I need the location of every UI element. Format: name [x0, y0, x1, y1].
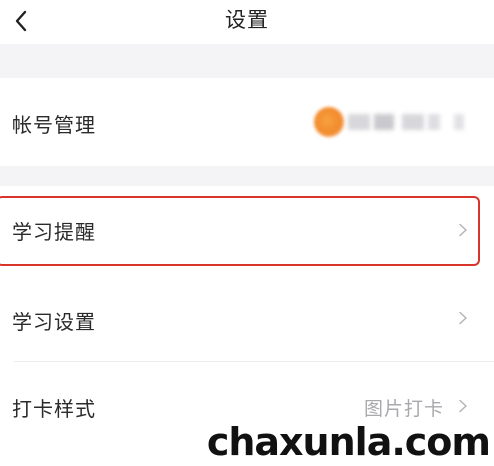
- page-title: 设置: [225, 8, 269, 32]
- study-settings-label: 学习设置: [12, 310, 96, 334]
- navigation-bar: 设置: [0, 0, 494, 44]
- settings-screen: 设置 帐号管理 学习提醒 学习设置 打卡样式 图片打卡 chaxunla.com: [0, 0, 494, 466]
- highlight-box: [0, 196, 480, 266]
- chevron-right-icon: [459, 311, 467, 325]
- account-label: 帐号管理: [12, 113, 96, 137]
- section-gap: [0, 44, 494, 78]
- watermark-text: chaxunla.com: [206, 420, 491, 464]
- checkin-style-label: 打卡样式: [12, 397, 96, 421]
- section-gap: [0, 166, 494, 186]
- account-name-blurred: [340, 112, 470, 134]
- chevron-right-icon: [459, 399, 467, 413]
- checkin-style-value: 图片打卡: [363, 398, 444, 420]
- settings-row-study-settings[interactable]: 学习设置: [0, 276, 494, 362]
